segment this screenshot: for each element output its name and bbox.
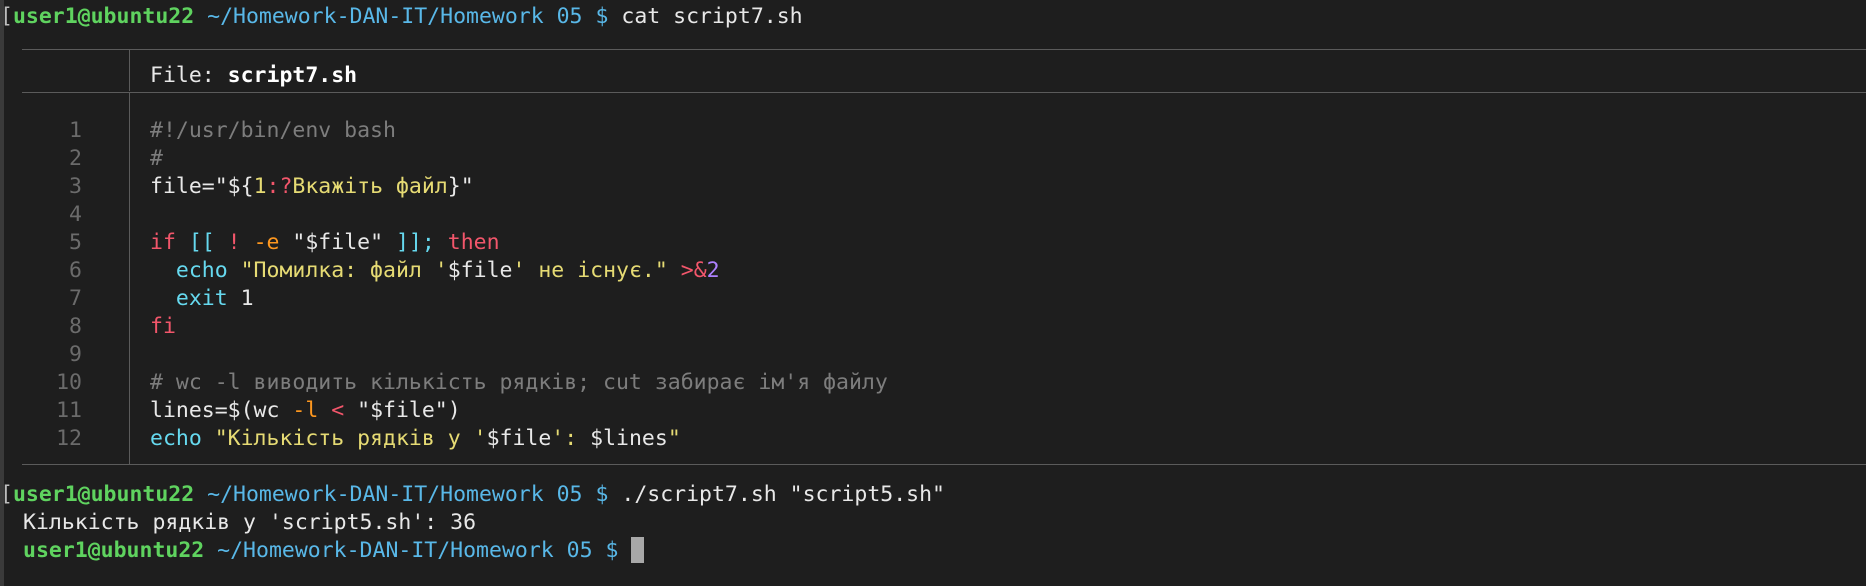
code-line-11: lines=$(wc -l < "$file") bbox=[150, 397, 461, 425]
line-number: 12 bbox=[56, 426, 82, 451]
code-line-12: echo "Кількість рядків у '$file': $lines… bbox=[150, 425, 681, 453]
code-token: # bbox=[150, 146, 163, 171]
prompt-path: ~/Homework-DAN-IT/Homework 05 bbox=[207, 482, 583, 507]
code-line-2: # bbox=[150, 145, 163, 173]
code-token: #!/usr/bin/env bash bbox=[150, 118, 396, 143]
code-token: >& bbox=[667, 258, 707, 283]
file-view-header-rule bbox=[22, 92, 1866, 93]
prompt-dollar: $ bbox=[605, 538, 619, 563]
line-number: 10 bbox=[56, 370, 82, 395]
code-line-10: # wc -l виводить кількість рядків; cut з… bbox=[150, 369, 888, 397]
code-token: ! bbox=[227, 230, 241, 255]
code-token: ]]; bbox=[383, 230, 435, 255]
prompt-line-3[interactable]: user1@ubuntu22 ~/Homework-DAN-IT/Homewor… bbox=[23, 536, 645, 565]
command-output: Кількість рядків у 'script5.sh': 36 bbox=[23, 510, 477, 535]
line-number: 3 bbox=[69, 174, 82, 199]
line-number: 8 bbox=[69, 314, 82, 339]
code-token: ' не існує." bbox=[512, 258, 668, 283]
code-token: $file bbox=[486, 426, 552, 451]
line-number: 11 bbox=[56, 398, 82, 423]
file-view-header-gutter bbox=[129, 49, 130, 91]
file-view-gutter bbox=[129, 92, 130, 464]
code-token: [[ bbox=[175, 230, 228, 255]
prompt-line-1: [user1@ubuntu22 ~/Homework-DAN-IT/Homewo… bbox=[0, 3, 803, 31]
code-token: "Кількість рядків у ' bbox=[201, 426, 487, 451]
code-token: file= bbox=[150, 174, 215, 199]
prompt-dollar: $ bbox=[595, 482, 609, 507]
code-token: "$file") bbox=[344, 398, 461, 423]
code-line-5: if [[ ! -e "$file" ]]; then bbox=[150, 229, 500, 257]
code-line-7: exit 1 bbox=[150, 285, 254, 313]
code-token: echo bbox=[150, 426, 202, 451]
code-line-1: #!/usr/bin/env bash bbox=[150, 117, 396, 145]
command-text: cat script7.sh bbox=[621, 4, 803, 29]
code-token: $(wc bbox=[227, 398, 280, 423]
file-name: script7.sh bbox=[227, 63, 358, 88]
code-token: }" bbox=[447, 174, 474, 199]
prompt-user-host: user1@ubuntu22 bbox=[23, 538, 205, 563]
code-token: echo bbox=[175, 258, 228, 283]
code-token: exit bbox=[175, 286, 228, 311]
prompt-path: ~/Homework-DAN-IT/Homework 05 bbox=[217, 538, 593, 563]
line-number: 5 bbox=[69, 230, 82, 255]
code-token: # wc -l виводить кількість рядків; cut з… bbox=[150, 370, 888, 395]
line-number: 6 bbox=[69, 258, 82, 283]
prompt-bracket: [ bbox=[0, 482, 13, 507]
code-token: " bbox=[667, 426, 681, 451]
prompt-bracket: [ bbox=[0, 4, 13, 29]
code-line-3: file="${1:?Вкажіть файл}" bbox=[150, 173, 474, 201]
command-text: ./script7.sh "script5.sh" bbox=[621, 482, 945, 507]
prompt-user-host: user1@ubuntu22 bbox=[12, 4, 195, 29]
file-view-top-rule bbox=[22, 49, 1866, 50]
code-token: $lines bbox=[590, 426, 668, 451]
code-token: 2 bbox=[706, 258, 720, 283]
line-number: 1 bbox=[69, 118, 82, 143]
prompt-user-host: user1@ubuntu22 bbox=[12, 482, 195, 507]
code-token: 1 bbox=[253, 174, 267, 199]
code-token: lines= bbox=[150, 398, 228, 423]
prompt-dollar: $ bbox=[595, 4, 609, 29]
code-token: fi bbox=[150, 314, 176, 339]
prompt-path: ~/Homework-DAN-IT/Homework 05 bbox=[207, 4, 583, 29]
file-view-bottom-rule bbox=[22, 464, 1866, 465]
line-number: 2 bbox=[69, 146, 82, 171]
code-token: -l bbox=[279, 398, 319, 423]
text-cursor bbox=[631, 536, 645, 563]
code-token: :? bbox=[266, 174, 293, 199]
code-token: < bbox=[318, 398, 345, 423]
code-token: then bbox=[434, 230, 500, 255]
prompt-line-2: [user1@ubuntu22 ~/Homework-DAN-IT/Homewo… bbox=[0, 481, 945, 509]
file-header-prefix: File: bbox=[150, 63, 228, 88]
code-token: -e bbox=[240, 230, 280, 255]
code-token: "Помилка: файл ' bbox=[227, 258, 448, 283]
line-number: 9 bbox=[69, 342, 82, 367]
code-line-8: fi bbox=[150, 313, 176, 341]
code-line-6: echo "Помилка: файл '$file' не існує." >… bbox=[150, 257, 720, 285]
code-token: 1 bbox=[227, 286, 254, 311]
code-token: "${ bbox=[214, 174, 254, 199]
line-number: 7 bbox=[69, 286, 82, 311]
file-header: File: script7.sh bbox=[150, 62, 357, 90]
code-token: $file bbox=[447, 258, 513, 283]
code-token: Вкажіть файл bbox=[292, 174, 448, 199]
code-token: ': bbox=[551, 426, 591, 451]
line-number: 4 bbox=[69, 202, 82, 227]
code-token: if bbox=[150, 230, 176, 255]
code-token: "$file" bbox=[279, 230, 384, 255]
